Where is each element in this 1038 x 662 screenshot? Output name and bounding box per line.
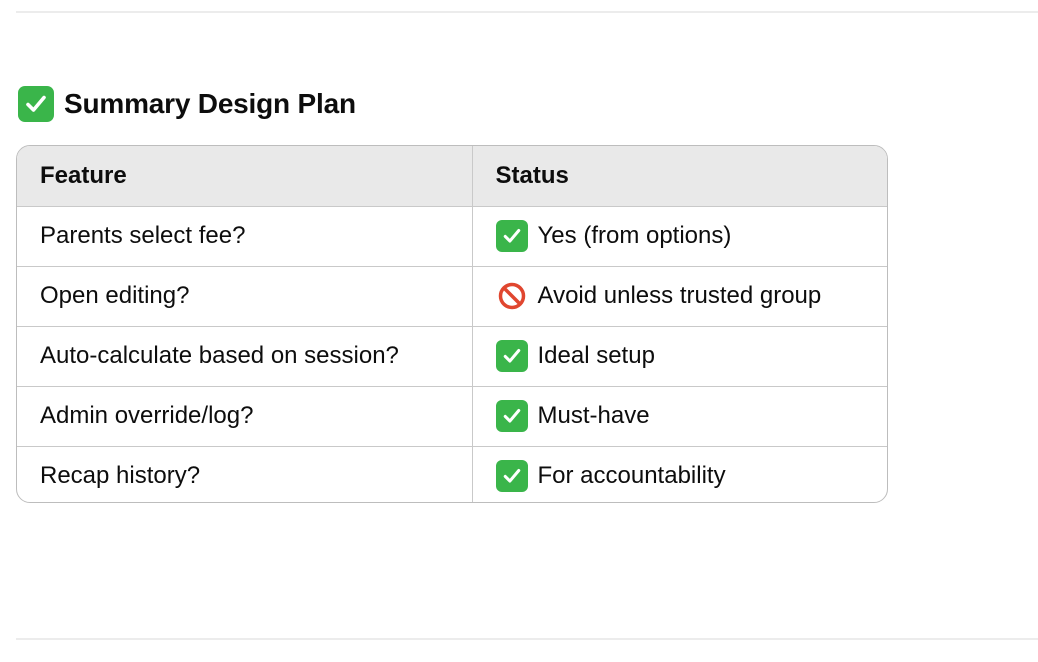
check-mark-button-icon — [495, 400, 528, 432]
status-text: Ideal setup — [537, 342, 655, 369]
bottom-divider — [16, 638, 1038, 640]
feature-cell: Admin override/log? — [17, 386, 473, 447]
status-text: Yes (from options) — [537, 222, 732, 249]
check-mark-button-icon — [495, 220, 528, 252]
status-text: Must-have — [537, 402, 650, 429]
table-row: Open editing? Avoid unless trusted group — [17, 266, 887, 327]
table-header-row: Feature Status — [17, 146, 887, 207]
feature-cell: Parents select fee? — [17, 206, 473, 267]
heading-title: Summary Design Plan — [64, 88, 356, 119]
header-feature: Feature — [17, 146, 473, 207]
top-divider — [16, 11, 1038, 13]
status-text: Avoid unless trusted group — [537, 282, 822, 309]
section-heading: Summary Design Plan — [18, 84, 356, 124]
status-cell: Must-have — [472, 386, 887, 447]
prohibited-icon — [496, 280, 528, 312]
check-mark-button-icon — [495, 460, 528, 493]
summary-table: Feature Status Parents select fee? Yes (… — [16, 145, 888, 503]
table-row: Recap history? For accountability — [17, 446, 887, 502]
status-cell: Avoid unless trusted group — [472, 266, 887, 327]
feature-cell: Open editing? — [17, 266, 473, 327]
table-row: Auto-calculate based on session? Ideal s… — [17, 326, 887, 387]
status-cell: Yes (from options) — [472, 206, 887, 267]
header-status: Status — [472, 146, 887, 207]
feature-cell: Auto-calculate based on session? — [17, 326, 473, 387]
status-text: For accountability — [537, 462, 726, 490]
status-cell: For accountability — [472, 446, 887, 502]
feature-cell: Recap history? — [17, 446, 473, 502]
status-cell: Ideal setup — [472, 326, 887, 387]
check-mark-button-icon — [18, 86, 54, 122]
table-row: Parents select fee? Yes (from options) — [17, 206, 887, 267]
check-mark-button-icon — [495, 340, 528, 372]
table-row: Admin override/log? Must-have — [17, 386, 887, 447]
